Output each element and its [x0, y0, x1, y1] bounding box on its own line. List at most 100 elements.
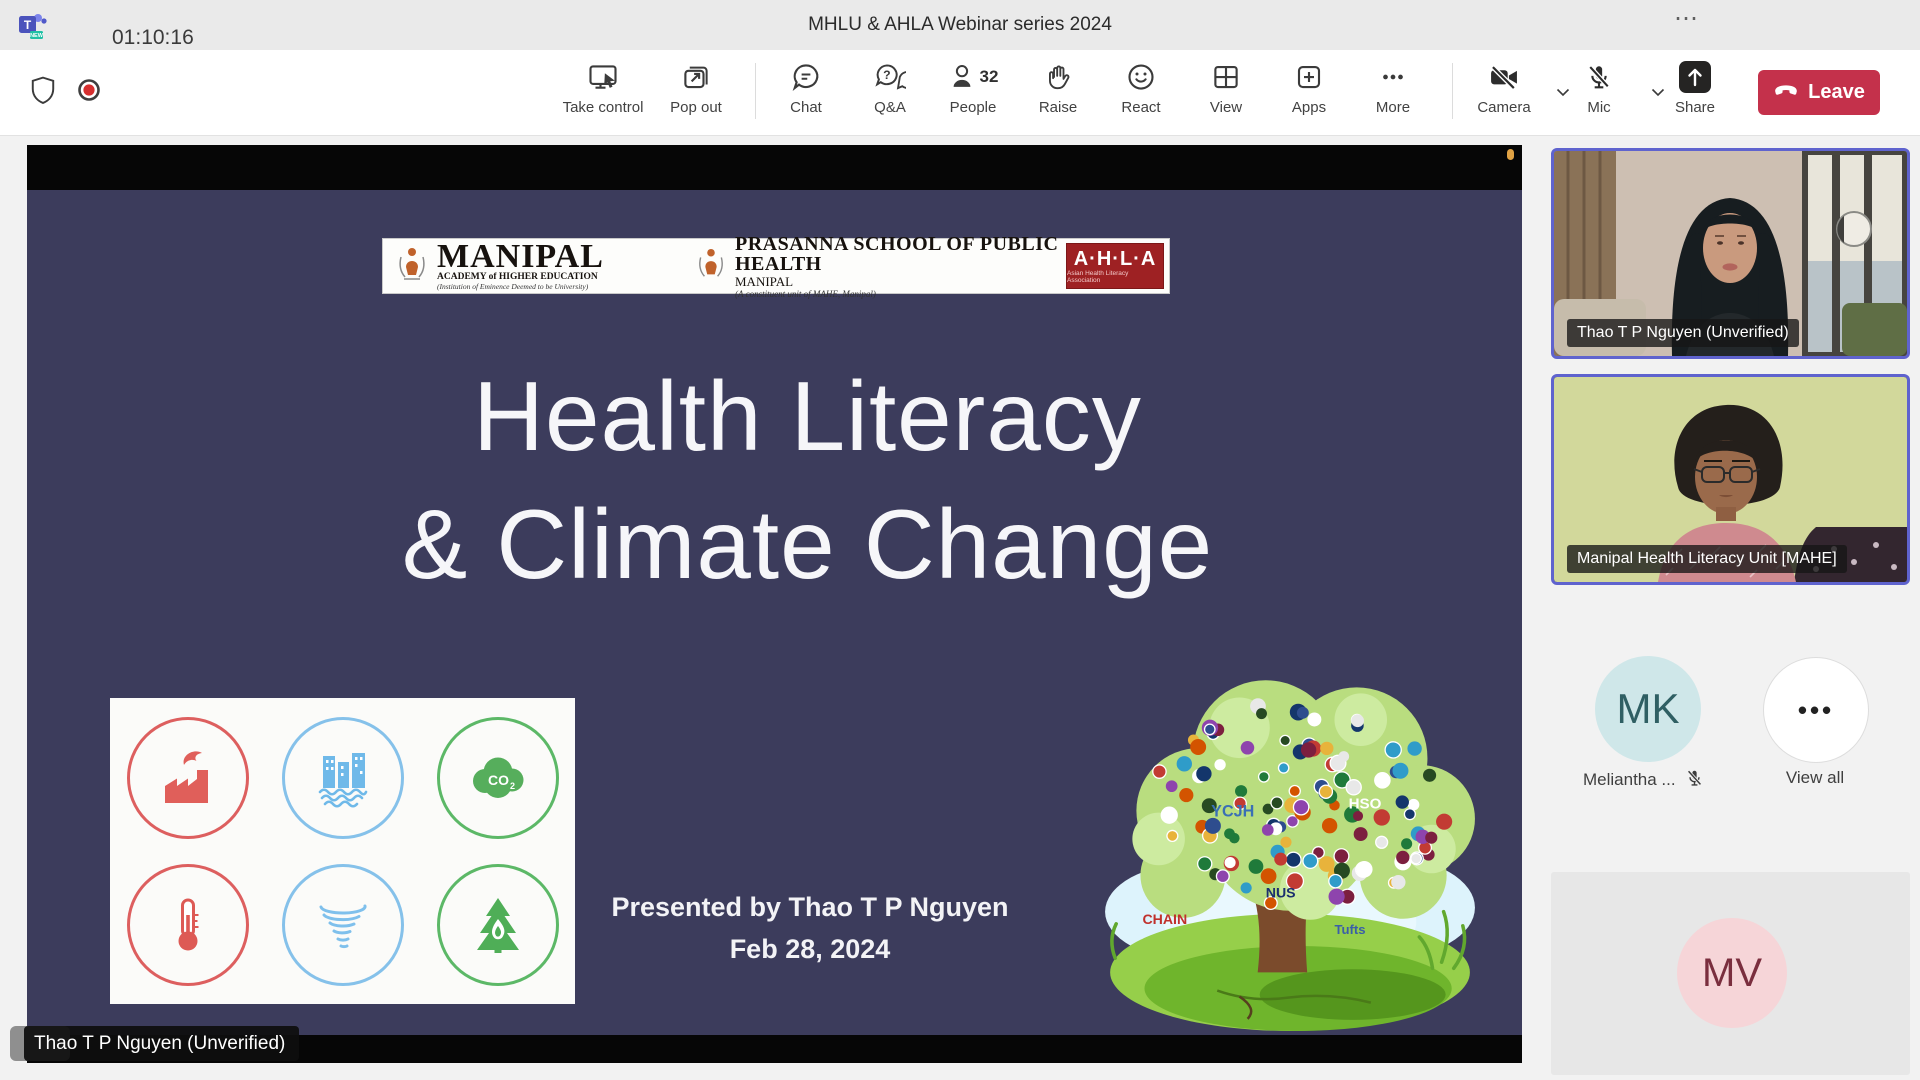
tree-label: YCJH [1211, 803, 1254, 821]
camera-off-icon [1488, 60, 1520, 94]
ahla-title: A·H·L·A [1074, 248, 1157, 270]
mic-button[interactable]: Mic [1551, 60, 1647, 116]
ahla-logo: A·H·L·A Asian Health Literacy Associatio… [1066, 243, 1164, 289]
more-button[interactable]: More [1345, 60, 1441, 116]
tile-name-label: Manipal Health Literacy Unit [MAHE] [1567, 545, 1847, 573]
more-label: More [1376, 99, 1410, 116]
mic-label: Mic [1587, 99, 1610, 116]
co2-cloud-icon: CO2 [437, 717, 559, 839]
window-title: MHLU & AHLA Webinar series 2024 [0, 0, 1920, 50]
psph-logo-group: PRASANNA SCHOOL OF PUBLIC HEALTH MANIPAL… [695, 234, 1066, 299]
participant-name-mk: Meliantha ... [1583, 768, 1713, 793]
slide-title-line1: Health Literacy [60, 352, 1555, 480]
toolbar-divider [1452, 63, 1453, 119]
tree-label: Tufts [1334, 922, 1365, 937]
people-label: People [950, 99, 997, 116]
window-more-icon[interactable]: ⋯ [1674, 4, 1700, 33]
chat-button[interactable]: Chat [758, 60, 854, 116]
react-label: React [1121, 99, 1160, 116]
participant-avatar-mk[interactable]: MK [1595, 656, 1701, 762]
pop-out-label: Pop out [670, 99, 722, 116]
share-label: Share [1675, 99, 1715, 116]
manipal-subtitle: ACADEMY of HIGHER EDUCATION [437, 272, 604, 282]
ahla-subtitle: Asian Health Literacy Association [1067, 270, 1163, 284]
share-icon [1678, 60, 1712, 94]
view-label: View [1210, 99, 1242, 116]
qna-icon: ? [874, 60, 906, 94]
leave-label: Leave [1808, 81, 1865, 104]
factory-emissions-icon [127, 717, 249, 839]
raise-hand-button[interactable]: Raise [1010, 60, 1106, 116]
take-control-button[interactable]: Take control [555, 60, 651, 116]
slide-title-line2: & Climate Change [60, 480, 1555, 608]
video-tile-mahe[interactable]: Manipal Health Literacy Unit [MAHE] [1551, 374, 1910, 585]
qna-button[interactable]: ? Q&A [842, 60, 938, 116]
manipal-title: MANIPAL [437, 242, 604, 272]
avatar-initials: MV [1702, 951, 1762, 996]
more-icon [1378, 60, 1408, 94]
psph-note: (A constituent unit of MAHE, Manipal) [735, 289, 1066, 299]
qna-label: Q&A [874, 99, 906, 116]
psph-emblem-icon [695, 244, 727, 289]
toolbar-divider [755, 63, 756, 119]
co2-text: CO [488, 772, 509, 788]
slide-logo-banner: MANIPAL ACADEMY of HIGHER EDUCATION (Ins… [382, 238, 1170, 294]
raise-hand-label: Raise [1039, 99, 1077, 116]
take-control-label: Take control [563, 99, 644, 116]
svg-text:NEW: NEW [30, 33, 44, 39]
slide-title: Health Literacy & Climate Change [60, 352, 1555, 609]
pop-out-button[interactable]: Pop out [648, 60, 744, 116]
slide-date: Feb 28, 2024 [420, 928, 1200, 970]
apps-button[interactable]: Apps [1261, 60, 1357, 116]
react-button[interactable]: React [1093, 60, 1189, 116]
chat-label: Chat [790, 99, 822, 116]
teams-icon: T NEW [16, 9, 48, 46]
stage-record-dot [1507, 149, 1514, 160]
svg-text:?: ? [883, 68, 891, 82]
leave-button[interactable]: Leave [1758, 70, 1880, 115]
chat-icon [791, 60, 821, 94]
tile-name-label: Thao T P Nguyen (Unverified) [1567, 319, 1799, 347]
pop-out-icon [681, 60, 711, 94]
partner-logos-tree-illustration: YCJH HSO NUS Tufts CHAIN [1098, 656, 1480, 1034]
share-button[interactable]: Share [1647, 60, 1743, 116]
apps-label: Apps [1292, 99, 1326, 116]
stage-presenter-label: Thao T P Nguyen (Unverified) [24, 1026, 299, 1061]
manipal-note: (Institution of Eminence Deemed to be Un… [437, 282, 604, 291]
participant-avatar-mv: MV [1677, 918, 1787, 1028]
view-all-label[interactable]: View all [1763, 768, 1867, 788]
raise-hand-icon [1044, 60, 1072, 94]
tree-label: HSO [1349, 796, 1382, 813]
manipal-emblem-icon [395, 243, 429, 290]
people-button[interactable]: 32 People [925, 60, 1021, 116]
video-tile-thao[interactable]: Thao T P Nguyen (Unverified) [1551, 148, 1910, 359]
meeting-timer: 01:10:16 [112, 26, 194, 50]
stage-top-bar [27, 145, 1522, 190]
view-all-button[interactable]: ••• [1763, 657, 1869, 763]
manipal-logo-group: MANIPAL ACADEMY of HIGHER EDUCATION (Ins… [395, 242, 695, 291]
react-icon [1126, 60, 1156, 94]
presented-by-text: Presented by Thao T P Nguyen [420, 886, 1200, 928]
thermometer-icon [127, 864, 249, 986]
take-control-icon [588, 60, 618, 94]
camera-button[interactable]: Camera [1456, 60, 1552, 116]
mic-off-icon [1585, 60, 1613, 94]
svg-text:T: T [24, 18, 32, 32]
ellipsis-icon: ••• [1798, 695, 1834, 726]
apps-icon [1294, 60, 1324, 94]
people-icon: 32 [948, 60, 999, 94]
tornado-icon [282, 864, 404, 986]
hang-up-icon [1773, 81, 1799, 104]
people-count: 32 [980, 67, 999, 87]
camera-label: Camera [1477, 99, 1530, 116]
avatar-initials: MK [1617, 685, 1680, 733]
slide-presenter-block: Presented by Thao T P Nguyen Feb 28, 202… [420, 886, 1200, 970]
psph-subtitle: MANIPAL [735, 274, 1066, 289]
view-button[interactable]: View [1178, 60, 1274, 116]
tree-label: CHAIN [1142, 911, 1187, 927]
flooded-city-icon [282, 717, 404, 839]
tree-label: NUS [1266, 885, 1296, 901]
mic-muted-icon [1685, 768, 1704, 793]
psph-title: PRASANNA SCHOOL OF PUBLIC HEALTH [735, 234, 1066, 274]
view-icon [1211, 60, 1241, 94]
